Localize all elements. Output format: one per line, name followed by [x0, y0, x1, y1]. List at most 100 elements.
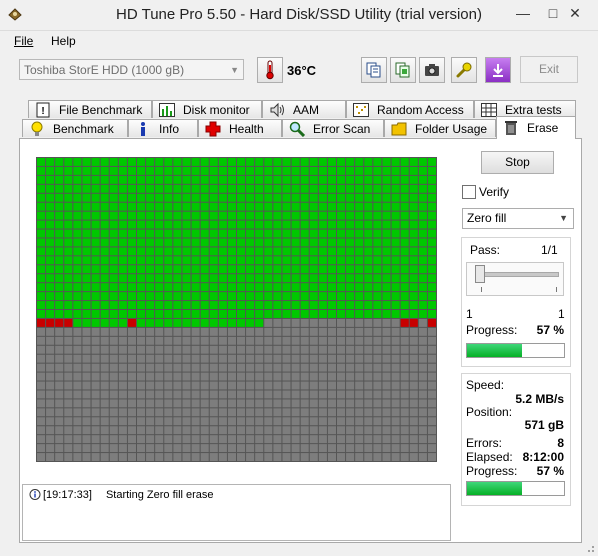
block-cell: [37, 310, 46, 318]
exit-button[interactable]: Exit: [520, 56, 578, 83]
block-cell: [218, 229, 227, 238]
block-cell: [264, 301, 273, 309]
block-cell: [155, 301, 164, 309]
block-cell: [73, 336, 82, 345]
block-cell: [237, 435, 246, 444]
tab-random-access[interactable]: Random Access: [346, 100, 474, 118]
block-cell: [146, 220, 155, 229]
block-cell: [227, 318, 236, 327]
block-cell: [109, 345, 118, 354]
log-box[interactable]: [19:17:33] Starting Zero fill erase: [22, 484, 451, 541]
block-cell: [182, 318, 191, 327]
block-cell: [427, 426, 436, 435]
block-cell: [182, 301, 191, 309]
block-cell: [73, 354, 82, 363]
menu-file[interactable]: File: [14, 34, 33, 48]
block-cell: [82, 336, 91, 345]
slider-thumb[interactable]: [475, 265, 485, 283]
block-cell: [73, 220, 82, 229]
tab-file-benchmark[interactable]: ! File Benchmark: [28, 100, 152, 118]
block-cell: [155, 408, 164, 417]
block-cell: [237, 247, 246, 256]
block-cell: [264, 408, 273, 417]
position-value: 571 gB: [524, 418, 564, 432]
block-cell: [327, 202, 336, 211]
block-cell: [173, 453, 182, 461]
tab-health[interactable]: Health: [198, 119, 282, 137]
options-button[interactable]: [451, 57, 477, 83]
block-cell: [300, 399, 309, 408]
block-cell: [155, 426, 164, 435]
block-cell: [91, 166, 100, 175]
tab-disk-monitor[interactable]: Disk monitor: [152, 100, 262, 118]
block-cell: [164, 265, 173, 274]
tab-folder-usage[interactable]: Folder Usage: [384, 119, 496, 137]
pass-slider[interactable]: [466, 262, 564, 296]
copy-screenshot-button[interactable]: [390, 57, 416, 83]
block-cell: [418, 211, 427, 220]
block-cell: [382, 408, 391, 417]
block-cell: [373, 274, 382, 283]
menu-help[interactable]: Help: [51, 34, 76, 48]
block-cell: [218, 238, 227, 247]
block-cell: [318, 318, 327, 327]
block-cell: [318, 336, 327, 345]
block-cell: [173, 399, 182, 408]
block-cell: [327, 363, 336, 372]
erase-mode-select[interactable]: Zero fill ▼: [462, 208, 574, 229]
block-cell: [300, 435, 309, 444]
stop-button[interactable]: Stop: [481, 151, 554, 174]
copy-text-button[interactable]: [361, 57, 387, 83]
block-cell: [209, 417, 218, 426]
close-button[interactable]: ✕: [552, 0, 598, 28]
block-cell: [82, 229, 91, 238]
block-cell: [391, 292, 400, 301]
block-cell: [64, 193, 73, 202]
block-cell: [337, 390, 346, 399]
block-cell: [282, 390, 291, 399]
block-cell: [118, 229, 127, 238]
block-cell: [46, 372, 55, 381]
block-cell: [46, 238, 55, 247]
block-cell: [282, 426, 291, 435]
tab-erase[interactable]: Erase: [496, 116, 576, 139]
block-cell: [409, 193, 418, 202]
block-cell: [227, 220, 236, 229]
block-cell: [427, 453, 436, 461]
block-cell: [291, 247, 300, 256]
block-cell: [300, 417, 309, 426]
block-cell: [109, 211, 118, 220]
tab-error-scan[interactable]: Error Scan: [282, 119, 384, 137]
temperature-button[interactable]: [257, 57, 283, 83]
block-cell: [282, 283, 291, 292]
block-cell: [364, 354, 373, 363]
block-cell: [100, 390, 109, 399]
menu-bar: File Help: [0, 31, 598, 51]
drive-select[interactable]: Toshiba StorE HDD (1000 gB) ▼: [19, 59, 244, 80]
block-cell: [300, 301, 309, 309]
block-cell: [427, 265, 436, 274]
block-cell: [209, 426, 218, 435]
block-cell: [155, 399, 164, 408]
block-cell: [109, 256, 118, 265]
block-cell: [209, 444, 218, 453]
block-cell: [218, 193, 227, 202]
block-cell: [300, 310, 309, 318]
block-cell: [191, 399, 200, 408]
verify-checkbox[interactable]: [462, 185, 476, 199]
magnifier-icon: [289, 121, 305, 137]
block-cell: [355, 372, 364, 381]
tab-aam[interactable]: AAM: [262, 100, 346, 118]
block-cell: [309, 318, 318, 327]
block-cell: [391, 274, 400, 283]
block-cell: [264, 318, 273, 327]
minimize-button[interactable]: —: [508, 0, 538, 28]
tab-info[interactable]: Info: [128, 119, 198, 137]
block-cell: [37, 372, 46, 381]
block-cell: [255, 310, 264, 318]
resize-grip[interactable]: [583, 541, 595, 553]
save-screenshot-button[interactable]: [419, 57, 445, 83]
save-report-button[interactable]: [485, 57, 511, 83]
tab-benchmark[interactable]: Benchmark: [22, 119, 128, 137]
block-cell: [391, 310, 400, 318]
